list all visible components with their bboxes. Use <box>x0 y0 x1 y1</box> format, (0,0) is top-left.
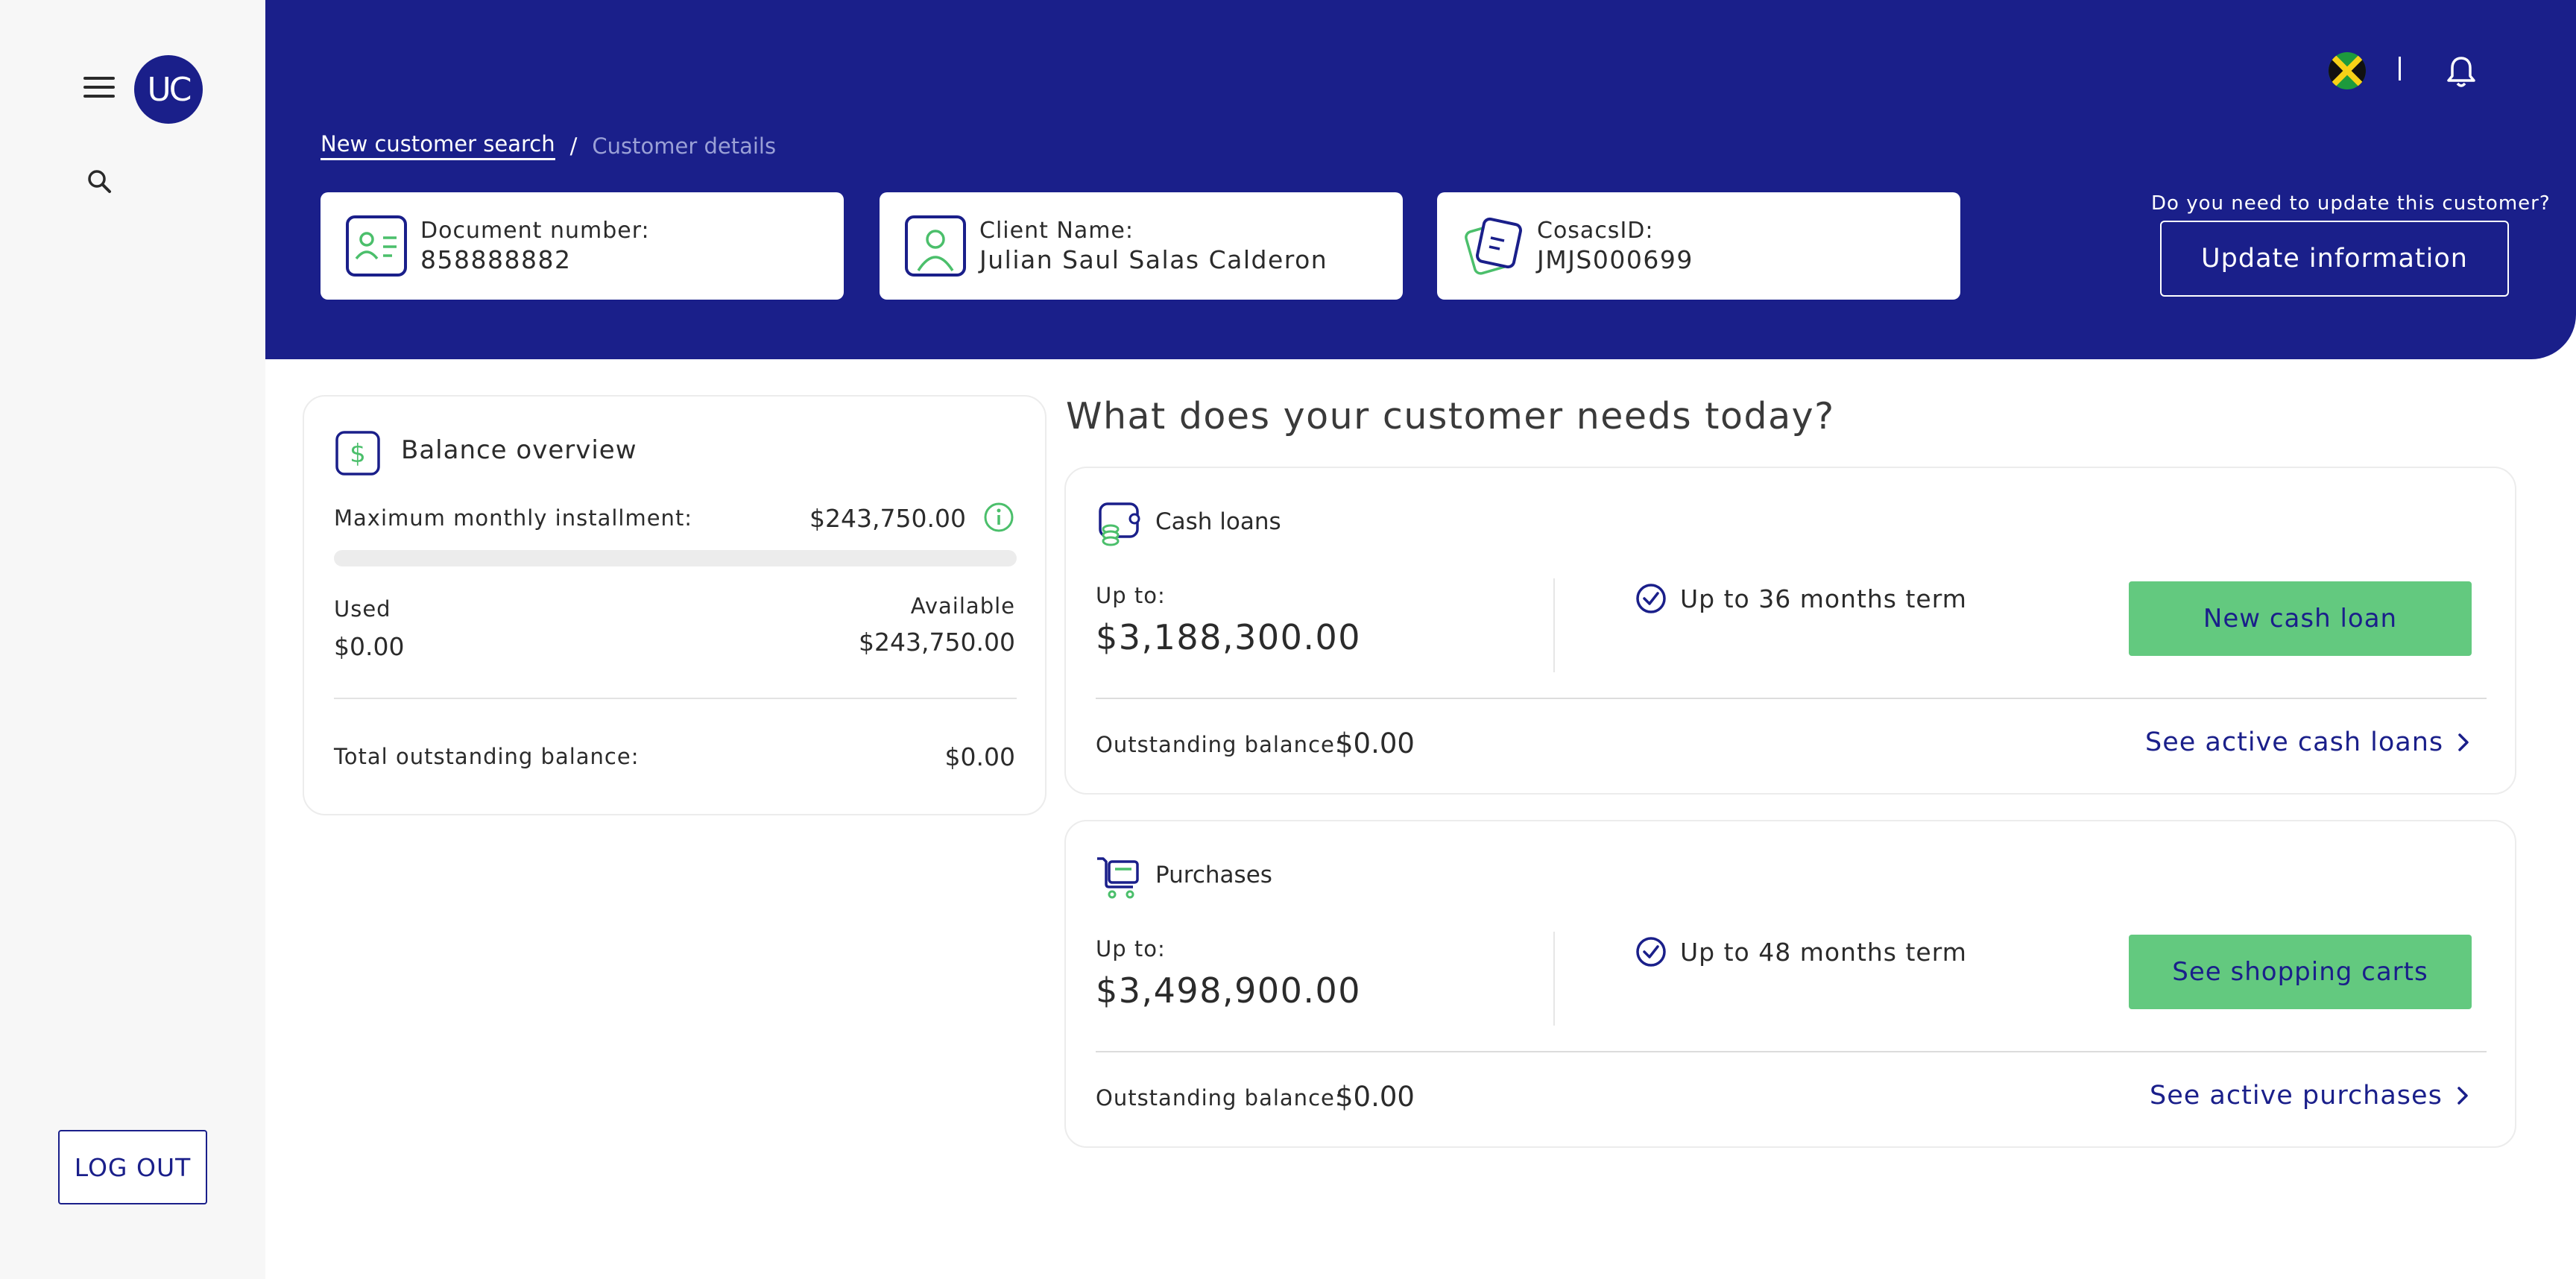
svg-text:$: $ <box>350 439 366 469</box>
total-outstanding-label: Total outstanding balance: <box>334 744 640 769</box>
new-cash-loan-button[interactable]: New cash loan <box>2129 581 2472 656</box>
sidebar: UC LOG OUT <box>0 0 265 1279</box>
header-divider <box>2399 57 2401 80</box>
purchases-card: Purchases Up to: $3,498,900.00 Up to 48 … <box>1064 820 2516 1148</box>
document-number-value: 858888882 <box>420 245 572 274</box>
balance-overview-title: Balance overview <box>401 435 637 465</box>
update-information-button[interactable]: Update information <box>2160 221 2509 297</box>
cash-loans-hr <box>1096 698 2487 699</box>
cash-loans-term-text: Up to 36 months term <box>1680 584 1967 613</box>
see-active-cash-loans-label: See active cash loans <box>2145 727 2444 757</box>
info-icon[interactable] <box>982 501 1015 534</box>
total-outstanding-value: $0.00 <box>944 742 1015 771</box>
check-circle-icon <box>1636 584 1666 613</box>
cash-loans-term: Up to 36 months term <box>1635 583 1967 614</box>
installment-progress-bar <box>334 550 1017 566</box>
breadcrumb: New customer search / Customer details <box>321 131 776 160</box>
cash-loan-icon <box>1099 502 1140 546</box>
purchases-hr <box>1096 1051 2487 1052</box>
client-name-value: Julian Saul Salas Calderon <box>979 245 1328 274</box>
purchases-title: Purchases <box>1155 862 1272 888</box>
see-active-purchases-link[interactable]: See active purchases <box>2150 1081 2471 1111</box>
breadcrumb-current: Customer details <box>592 133 777 159</box>
used-label: Used <box>334 596 391 622</box>
id-card-icon <box>346 215 407 277</box>
cash-loans-divider <box>1553 578 1555 672</box>
needs-title: What does your customer needs today? <box>1066 395 1835 438</box>
search-icon[interactable] <box>85 167 115 197</box>
jamaica-flag-icon[interactable] <box>2329 52 2366 89</box>
client-name-label: Client Name: <box>979 218 1134 244</box>
balance-divider <box>334 698 1017 699</box>
purchases-outstanding-label: Outstanding balance: <box>1096 1085 1343 1111</box>
max-installment-label: Maximum monthly installment: <box>334 505 693 531</box>
dollar-icon: $ <box>335 431 380 476</box>
chevron-right-icon <box>2457 1087 2468 1105</box>
avatar[interactable]: UC <box>134 55 203 124</box>
cash-loans-title: Cash loans <box>1155 508 1281 535</box>
available-label: Available <box>910 593 1015 619</box>
cosacs-id-value: JMJS000699 <box>1537 245 1693 274</box>
document-number-label: Document number: <box>420 218 650 244</box>
hamburger-menu-icon[interactable] <box>83 77 115 101</box>
header <box>265 0 2576 359</box>
see-shopping-carts-button[interactable]: See shopping carts <box>2129 935 2472 1009</box>
purchases-divider <box>1553 932 1555 1026</box>
breadcrumb-separator: / <box>569 133 578 159</box>
bell-icon[interactable] <box>2445 54 2478 89</box>
user-icon <box>905 215 966 277</box>
document-icon <box>1465 217 1522 275</box>
cash-loans-outstanding-label: Outstanding balance: <box>1096 732 1343 757</box>
available-value: $243,750.00 <box>859 628 1015 657</box>
logout-button[interactable]: LOG OUT <box>58 1130 207 1204</box>
chevron-right-icon <box>2458 733 2469 751</box>
client-name-card: Client Name: Julian Saul Salas Calderon <box>880 192 1403 300</box>
max-installment-value: $243,750.00 <box>809 504 966 533</box>
balance-overview-card: $ Balance overview Maximum monthly insta… <box>303 395 1046 815</box>
breadcrumb-new-customer-search[interactable]: New customer search <box>321 131 555 160</box>
check-circle-icon <box>1636 937 1666 967</box>
purchases-outstanding-value: $0.00 <box>1336 1081 1415 1113</box>
update-question: Do you need to update this customer? <box>2151 192 2551 215</box>
cosacs-id-card: CosacsID: JMJS000699 <box>1437 192 1960 300</box>
used-value: $0.00 <box>334 632 405 661</box>
cash-loans-outstanding-value: $0.00 <box>1336 727 1415 759</box>
cosacs-id-label: CosacsID: <box>1537 218 1654 244</box>
see-active-cash-loans-link[interactable]: See active cash loans <box>2145 727 2472 757</box>
document-number-card: Document number: 858888882 <box>321 192 844 300</box>
see-active-purchases-label: See active purchases <box>2150 1081 2443 1111</box>
shopping-cart-icon <box>1097 857 1139 899</box>
cash-loans-card: Cash loans Up to: $3,188,300.00 Up to 36… <box>1064 467 2516 795</box>
cash-loans-upto-label: Up to: <box>1096 583 1166 608</box>
purchases-upto-value: $3,498,900.00 <box>1096 970 1362 1011</box>
purchases-term-text: Up to 48 months term <box>1680 937 1967 967</box>
purchases-upto-label: Up to: <box>1096 936 1166 961</box>
cash-loans-upto-value: $3,188,300.00 <box>1096 617 1362 657</box>
purchases-term: Up to 48 months term <box>1635 936 1967 967</box>
